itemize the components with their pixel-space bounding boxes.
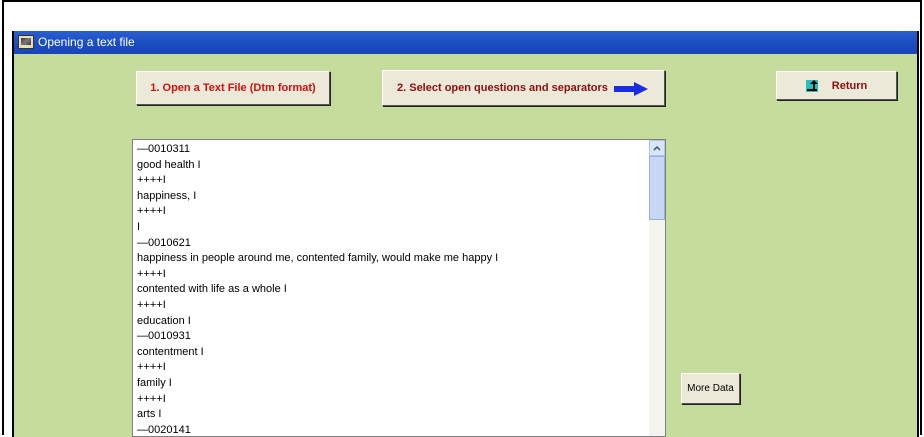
- more-data-button[interactable]: More Data: [681, 373, 740, 404]
- text-line: education I: [137, 314, 191, 327]
- return-label: Return: [831, 79, 868, 92]
- text-line: happiness in people around me, contented…: [137, 252, 499, 265]
- text-line: —0010311: [137, 143, 191, 155]
- return-button[interactable]: Return: [776, 71, 897, 100]
- dialog-window: Opening a text file 1. Open a Text File …: [12, 31, 919, 437]
- text-file-content[interactable]: —0010311 good health I ++++I happiness, I ++…: [132, 139, 666, 437]
- vertical-scrollbar[interactable]: [649, 140, 665, 436]
- text-line: good health I: [137, 158, 201, 171]
- open-text-file-label: 1. Open a Text File (Dtm format): [150, 82, 316, 94]
- select-questions-button[interactable]: 2. Select open questions and separators: [382, 70, 665, 106]
- text-line: —0010621: [137, 236, 191, 249]
- text-line: ++++I: [137, 361, 166, 374]
- text-line: ++++I: [137, 267, 166, 280]
- text-lines: —0010311 good health I ++++I happiness, I ++…: [137, 142, 499, 436]
- text-line: contentment I: [137, 345, 204, 358]
- open-text-file-button[interactable]: 1. Open a Text File (Dtm format): [136, 71, 330, 105]
- title-bar: Opening a text file: [14, 31, 917, 54]
- text-line: ++++I: [137, 298, 166, 311]
- scroll-thumb[interactable]: [649, 156, 665, 220]
- text-line: contented with life as a whole I: [137, 283, 287, 296]
- app-icon: [18, 35, 34, 49]
- text-line: ++++I: [137, 174, 166, 187]
- text-line: —0010931: [137, 330, 191, 343]
- text-line: happiness, I: [137, 189, 197, 202]
- more-data-label: More Data: [687, 383, 734, 394]
- text-line: I: [137, 220, 141, 233]
- arrow-right-icon: [614, 82, 648, 96]
- text-line: arts I: [137, 408, 162, 421]
- text-line: ++++I: [137, 392, 166, 405]
- app-frame: Opening a text file 1. Open a Text File …: [2, 0, 922, 437]
- window-title: Opening a text file: [38, 35, 135, 49]
- text-line: family I: [137, 376, 172, 389]
- text-line: ++++I: [137, 205, 166, 218]
- select-questions-label: 2. Select open questions and separators: [397, 82, 608, 94]
- scroll-up-button[interactable]: [649, 140, 665, 156]
- return-icon: [805, 79, 818, 92]
- chevron-up-icon: [653, 145, 661, 151]
